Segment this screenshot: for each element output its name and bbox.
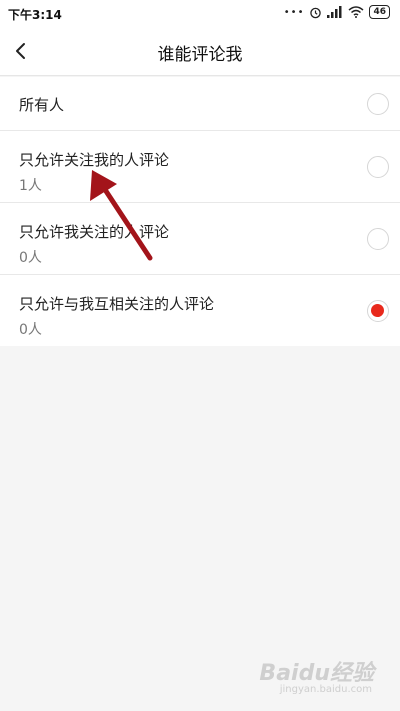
option-following-only[interactable]: 只允许我关注的人评论 0人	[0, 203, 400, 275]
radio-button[interactable]	[367, 93, 389, 115]
status-icons: ••• 46	[284, 5, 390, 19]
option-count: 1人	[19, 178, 42, 194]
battery-icon: 46	[369, 5, 390, 19]
option-followers-only[interactable]: 只允许关注我的人评论 1人	[0, 131, 400, 203]
nav-bar: 谁能评论我	[0, 28, 400, 76]
page-title: 谁能评论我	[157, 45, 243, 65]
wifi-icon	[348, 6, 364, 18]
option-everyone[interactable]: 所有人	[0, 77, 400, 131]
radio-button-selected[interactable]	[367, 300, 389, 322]
option-count: 0人	[19, 322, 42, 338]
alarm-icon	[310, 7, 322, 18]
more-notifications-icon: •••	[283, 6, 305, 18]
status-bar: 下午3:14 ••• 46	[0, 0, 400, 28]
comment-permission-list: 所有人 只允许关注我的人评论 1人 只允许我关注的人评论 0人 只允许与我互相关…	[0, 77, 400, 346]
option-label: 只允许我关注的人评论	[19, 223, 170, 241]
option-label: 只允许关注我的人评论	[19, 151, 170, 169]
watermark-url: jingyan.baidu.com	[279, 684, 372, 695]
option-count: 0人	[19, 250, 42, 266]
watermark-logo: Baidu经验	[259, 661, 374, 686]
signal-icon	[327, 6, 342, 18]
radio-button[interactable]	[367, 156, 389, 178]
status-time: 下午3:14	[8, 8, 62, 22]
radio-button[interactable]	[367, 228, 389, 250]
option-label: 所有人	[19, 96, 65, 114]
option-mutual-follow-only[interactable]: 只允许与我互相关注的人评论 0人	[0, 275, 400, 346]
option-label: 只允许与我互相关注的人评论	[19, 295, 215, 313]
